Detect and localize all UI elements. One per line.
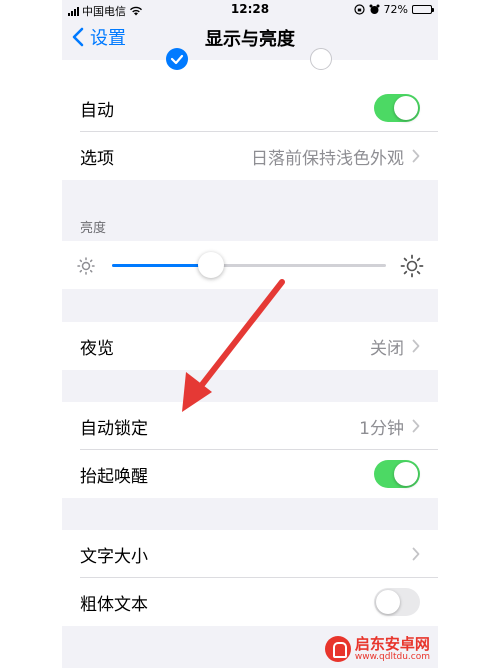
auto-appearance-toggle[interactable]	[374, 94, 420, 122]
appearance-options-label: 选项	[80, 148, 114, 169]
text-size-label: 文字大小	[80, 546, 148, 567]
watermark-name: 启东安卓网	[354, 635, 430, 653]
sun-small-icon	[77, 257, 95, 275]
bold-text-row: 粗体文本	[62, 578, 438, 626]
brightness-track[interactable]	[112, 264, 386, 267]
night-shift-label: 夜览	[80, 338, 114, 359]
text-size-row[interactable]: 文字大小	[62, 530, 438, 578]
appearance-options-value: 日落前保持浅色外观	[251, 148, 404, 169]
status-right: 72%	[353, 3, 434, 16]
chevron-right-icon	[412, 339, 420, 353]
night-shift-row[interactable]: 夜览 关闭	[62, 322, 438, 370]
settings-screen: 中国电信 12:28 72% 设置 显示与亮度 自动 选项 日落前保持浅色外观 …	[62, 0, 438, 668]
auto-appearance-row: 自动	[62, 84, 438, 132]
watermark-logo-icon	[324, 636, 351, 662]
status-bar: 中国电信 12:28 72%	[62, 0, 438, 20]
raise-to-wake-row: 抬起唤醒	[62, 450, 438, 498]
brightness-slider[interactable]	[62, 241, 438, 289]
chevron-right-icon	[412, 419, 420, 433]
appearance-dark-radio[interactable]	[310, 48, 332, 70]
watermark-url: www.qdltdu.com	[354, 652, 430, 662]
watermark-text: 启东安卓网 www.qdltdu.com	[355, 636, 430, 662]
raise-to-wake-toggle[interactable]	[374, 460, 420, 488]
appearance-options-row[interactable]: 选项 日落前保持浅色外观	[62, 132, 438, 180]
appearance-spacer	[62, 60, 438, 84]
brightness-group	[62, 241, 438, 289]
sun-large-icon	[400, 254, 424, 278]
alarm-icon	[369, 4, 380, 14]
auto-lock-row[interactable]: 自动锁定 1分钟	[62, 402, 438, 450]
bold-text-toggle[interactable]	[374, 588, 420, 616]
battery-percent: 72%	[383, 3, 408, 16]
lock-group: 自动锁定 1分钟 抬起唤醒	[62, 402, 438, 498]
brightness-section-label: 亮度	[80, 221, 107, 236]
chevron-right-icon	[412, 547, 420, 561]
auto-appearance-label: 自动	[80, 100, 114, 121]
brightness-fill	[112, 264, 211, 267]
navigation-bar: 设置 显示与亮度	[62, 20, 438, 56]
checkmark-icon	[170, 54, 184, 65]
bold-text-label: 粗体文本	[80, 594, 148, 615]
battery-icon	[412, 5, 434, 14]
appearance-group: 自动 选项 日落前保持浅色外观	[62, 48, 438, 180]
watermark: 启东安卓网 www.qdltdu.com	[324, 636, 430, 662]
brightness-thumb[interactable]	[197, 252, 224, 278]
raise-to-wake-label: 抬起唤醒	[80, 466, 148, 487]
auto-lock-label: 自动锁定	[80, 418, 148, 439]
auto-lock-value: 1分钟	[359, 418, 404, 439]
page-title: 显示与亮度	[205, 29, 295, 50]
night-shift-group: 夜览 关闭	[62, 322, 438, 370]
appearance-light-radio[interactable]	[166, 48, 188, 70]
text-group: 文字大小 粗体文本	[62, 530, 438, 626]
night-shift-value: 关闭	[370, 338, 404, 359]
orientation-lock-icon	[353, 4, 365, 15]
chevron-right-icon	[412, 149, 420, 163]
